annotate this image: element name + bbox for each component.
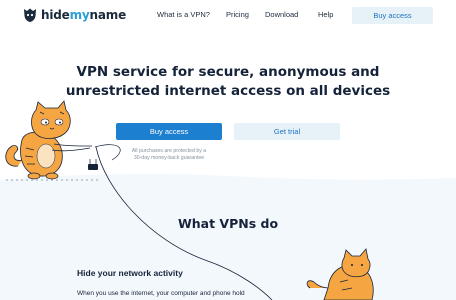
money-back-guarantee-note: All purchases are protected by a 30-day m… — [131, 148, 207, 161]
get-trial-button[interactable]: Get trial — [234, 123, 340, 140]
feature-subhead: Hide your network activity — [77, 268, 183, 278]
logo[interactable]: hidemyname — [23, 7, 126, 23]
cat-illustration — [5, 100, 100, 181]
features-band — [0, 180, 456, 300]
feature-body-text: When you use the internet, your computer… — [77, 290, 245, 297]
buy-access-button[interactable]: Buy access — [116, 123, 222, 140]
cat-illustration-bottom — [306, 248, 374, 300]
site-header: hidemyname What is a VPN? Pricing Downlo… — [0, 0, 456, 32]
nav-what-is-vpn[interactable]: What is a VPN? — [157, 10, 210, 20]
nav-help[interactable]: Help — [318, 10, 333, 20]
router-icon — [88, 159, 98, 170]
logo-text: hidemyname — [41, 8, 127, 22]
nav-download[interactable]: Download — [265, 10, 298, 20]
header-buy-access-button[interactable]: Buy access — [352, 7, 433, 24]
logo-mark-icon — [24, 8, 36, 22]
nav-pricing[interactable]: Pricing — [226, 10, 249, 20]
section-title: What VPNs do — [177, 216, 279, 231]
